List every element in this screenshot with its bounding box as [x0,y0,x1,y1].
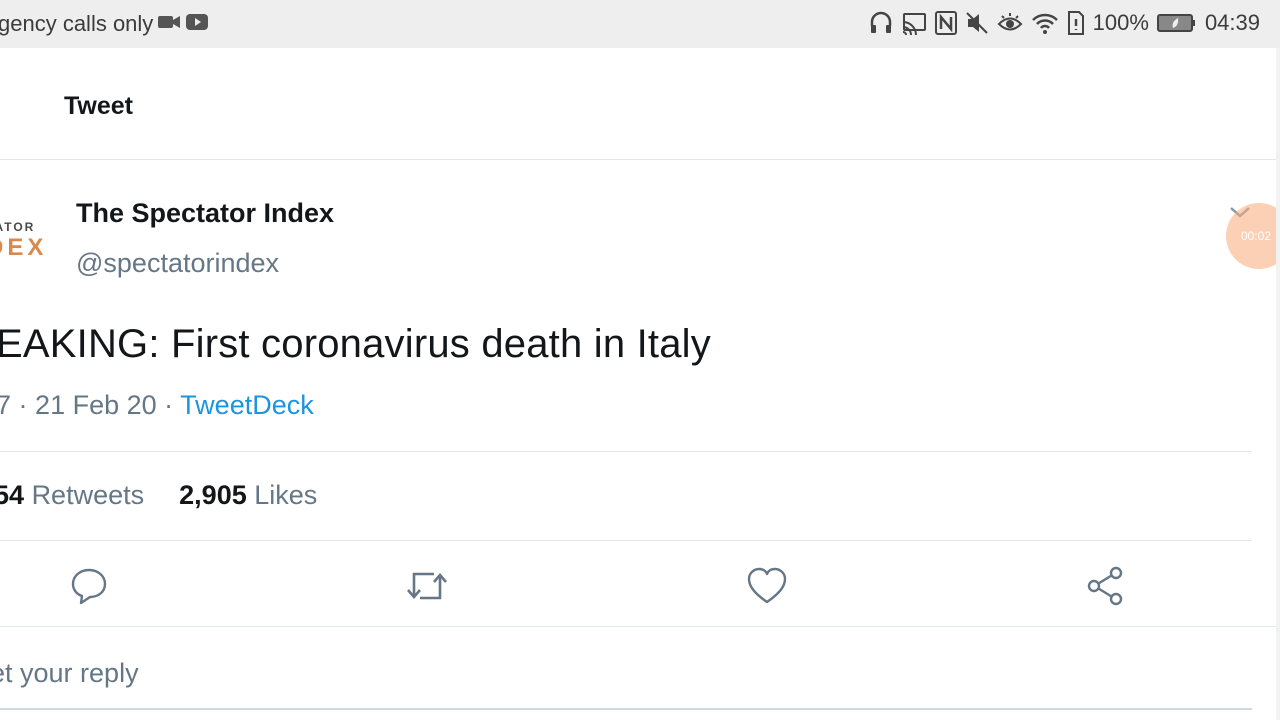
meta-divider [0,451,1252,452]
share-icon [1085,565,1127,612]
tweet-stats: 54 Retweets 2,905 Likes [0,480,317,511]
reply-icon [69,566,109,611]
cast-icon [901,10,927,36]
stats-divider [0,540,1252,541]
tweet-time: 7 [0,390,12,420]
tweet-meta: 7 · 21 Feb 20 · TweetDeck [0,390,314,421]
wifi-icon [1031,10,1059,36]
avatar-logo-text-bottom: DEX [0,234,48,261]
likes-label: Likes [254,480,318,510]
retweet-icon [404,566,450,611]
screen-recorder-bubble[interactable]: 00:02 [1226,203,1280,269]
like-button[interactable] [745,566,789,610]
likes-stat[interactable]: 2,905 Likes [179,480,317,510]
sim-icon [1067,10,1085,36]
nfc-icon [934,10,957,36]
tweet-source-link[interactable]: TweetDeck [180,390,314,420]
battery-icon [1156,10,1197,36]
eye-comfort-icon [997,10,1023,36]
reply-button[interactable] [67,566,111,610]
avatar-logo-text-top: TATOR [0,220,36,234]
share-button[interactable] [1084,566,1128,610]
status-bar-left: gency calls only [0,11,209,37]
heart-icon [746,566,788,611]
battery-percent: 100% [1092,10,1149,35]
headphones-icon [869,10,893,36]
tweet-detail-page: Tweet TATOR DEX The Spectator Index @spe… [0,48,1280,720]
author-handle[interactable]: @spectatorindex [76,248,279,279]
clock: 04:39 [1204,10,1260,35]
video-camera-icon [157,11,181,37]
reply-input-underline [0,708,1252,710]
tweet-text: EAKING: First coronavirus death in Italy [0,322,711,366]
scrollbar[interactable] [1276,48,1280,720]
retweets-label: Retweets [31,480,145,510]
retweets-stat[interactable]: 54 Retweets [0,480,144,510]
retweet-button[interactable] [405,566,449,610]
tweet-date: 21 Feb 20 [35,390,157,420]
avatar[interactable]: TATOR DEX [0,216,50,276]
youtube-icon [185,11,209,37]
reply-input[interactable]: et your reply [0,658,139,689]
retweet-count: 54 [0,480,25,510]
meta-separator: · [164,390,181,420]
status-bar-right: 100% 04:39 [869,10,1260,36]
header-divider [0,159,1276,160]
author-display-name[interactable]: The Spectator Index [76,198,334,229]
actions-divider [0,626,1276,627]
mute-icon [965,10,989,36]
page-title: Tweet [64,92,133,120]
meta-separator: · [18,390,36,420]
status-bar: gency calls only 100% 04:39 [0,0,1280,48]
carrier-text: gency calls only [0,11,154,36]
likes-count: 2,905 [179,480,247,510]
